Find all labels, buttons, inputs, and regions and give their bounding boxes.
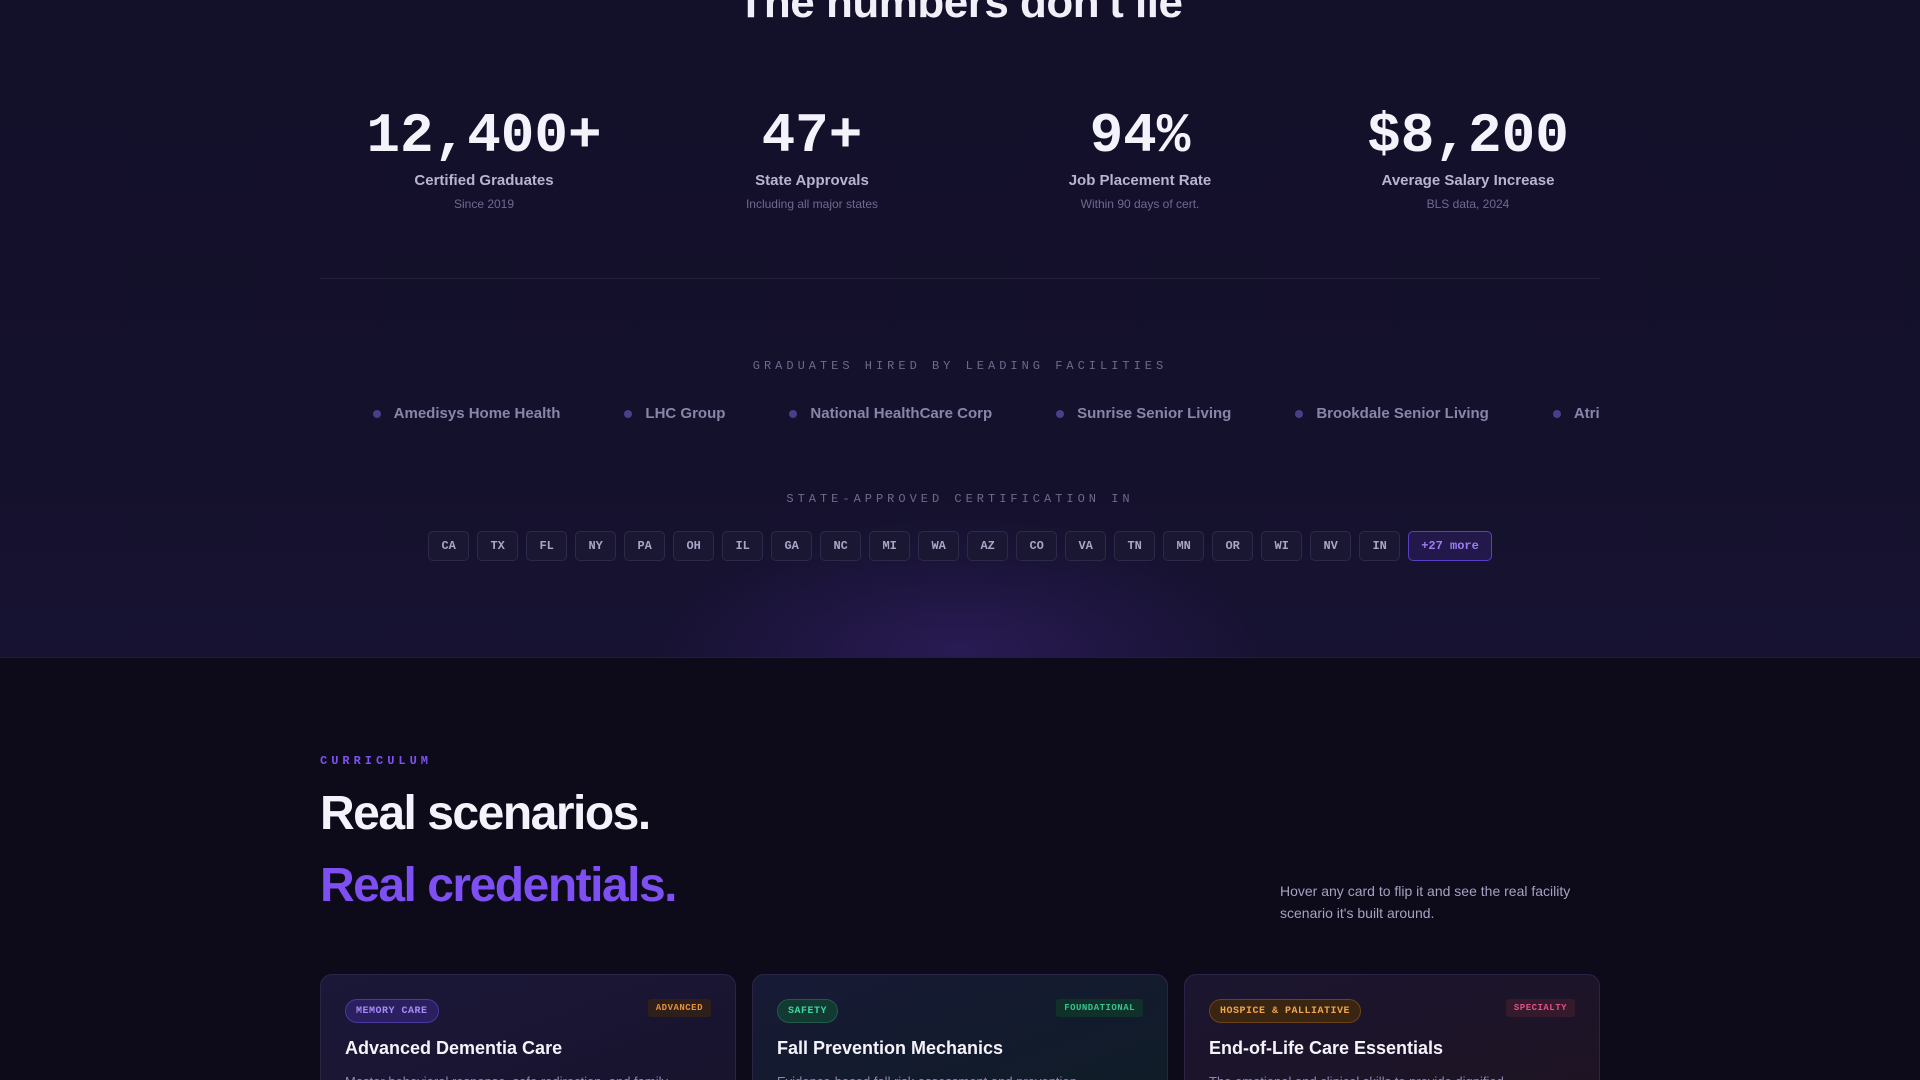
stat-sub: BLS data, 2024 — [1426, 197, 1510, 211]
card-description: Evidence-based fall risk assessment and … — [777, 1072, 1147, 1080]
stat-value: 94% — [1089, 104, 1191, 168]
state-chip: OR — [1212, 531, 1254, 561]
curriculum-headline-line2: Real credentials. — [320, 859, 678, 912]
level-badge: FOUNDATIONAL — [1056, 999, 1143, 1017]
more-states-button[interactable]: +27 more — [1408, 531, 1492, 561]
stat-value: 12,400+ — [366, 104, 602, 168]
level-badge: SPECIALTY — [1505, 999, 1575, 1017]
stat-certified-graduates: 12,400+ Certified Graduates Since 2019 — [320, 102, 648, 211]
curriculum-hint: Hover any card to flip it and see the re… — [1280, 883, 1571, 921]
state-chip: CO — [1016, 531, 1058, 561]
state-chip: PA — [624, 531, 666, 561]
card-description: The emotional and clinical skills to pro… — [1209, 1072, 1579, 1080]
state-chip: WA — [918, 531, 960, 561]
state-chip: NC — [820, 531, 862, 561]
stats-section: The numbers don't lie 12,400+ Certified … — [0, 0, 1920, 658]
facility-item: Atria S — [1552, 405, 1600, 422]
state-chip: IN — [1359, 531, 1401, 561]
state-chip: GA — [771, 531, 813, 561]
stats-heading: The numbers don't lie — [737, 0, 1183, 27]
state-chip: MI — [869, 531, 911, 561]
curriculum-eyebrow: CURRICULUM — [320, 754, 433, 768]
certification-caption: STATE-APPROVED CERTIFICATION IN — [786, 492, 1134, 506]
facility-item: Sunrise Senior Living — [1056, 405, 1231, 422]
stat-label: Job Placement Rate — [1068, 172, 1212, 189]
stat-value: $8,200 — [1367, 104, 1569, 168]
stats-row: 12,400+ Certified Graduates Since 2019 4… — [320, 102, 1632, 211]
state-chips: CA TX FL NY PA OH IL GA NC MI WA AZ CO V… — [0, 531, 1920, 561]
facilities-marquee: alth Amedisys Home Health LHC Group Nati… — [320, 405, 1600, 429]
card-title: End-of-Life Care Essentials — [1209, 1038, 1444, 1058]
card-title: Fall Prevention Mechanics — [777, 1038, 1004, 1058]
card-title: Advanced Dementia Care — [345, 1038, 563, 1058]
bullet-dot-icon — [1552, 409, 1561, 418]
level-badge: ADVANCED — [647, 999, 711, 1017]
facility-name: Sunrise Senior Living — [1077, 405, 1232, 422]
category-tag: SAFETY — [777, 999, 839, 1023]
stat-label: Average Salary Increase — [1381, 172, 1555, 189]
stat-job-placement: 94% Job Placement Rate Within 90 days of… — [976, 102, 1304, 211]
stat-sub: Including all major states — [745, 197, 879, 211]
stat-label: Certified Graduates — [414, 172, 554, 189]
facility-item: National HealthCare Corp — [789, 405, 992, 422]
facility-item: Amedisys Home Health — [372, 405, 561, 422]
state-chip: TX — [477, 531, 519, 561]
stat-sub: Since 2019 — [453, 197, 515, 211]
state-chip: WI — [1261, 531, 1303, 561]
stat-state-approvals: 47+ State Approvals Including all major … — [648, 102, 976, 211]
state-chip: NV — [1310, 531, 1352, 561]
facility-name: Brookdale Senior Living — [1316, 405, 1489, 422]
facility-name: National HealthCare Corp — [810, 405, 993, 422]
facility-item: LHC Group — [624, 405, 725, 422]
state-chip: TN — [1114, 531, 1156, 561]
bullet-dot-icon — [372, 409, 381, 418]
bullet-dot-icon — [1056, 409, 1065, 418]
course-card-end-of-life[interactable]: HOSPICE & PALLIATIVE SPECIALTY End-of-Li… — [1184, 974, 1600, 1080]
stats-divider — [320, 278, 1600, 279]
facility-name: LHC Group — [645, 405, 726, 422]
course-card-dementia[interactable]: MEMORY CARE ADVANCED Advanced Dementia C… — [320, 974, 736, 1080]
category-tag: HOSPICE & PALLIATIVE — [1209, 999, 1362, 1023]
curriculum-headline-line1: Real scenarios. — [320, 787, 651, 840]
state-chip: FL — [526, 531, 568, 561]
hired-caption: GRADUATES HIRED BY LEADING FACILITIES — [752, 359, 1168, 373]
stat-label: State Approvals — [755, 172, 869, 189]
stat-sub: Within 90 days of cert. — [1080, 197, 1200, 211]
card-description: Master behavioral response, safe redirec… — [345, 1072, 715, 1080]
category-tag: MEMORY CARE — [345, 999, 439, 1023]
facility-name: Amedisys Home Health — [393, 405, 561, 422]
stat-salary-increase: $8,200 Average Salary Increase BLS data,… — [1304, 102, 1632, 211]
stat-value: 47+ — [761, 104, 863, 168]
state-chip: NY — [575, 531, 617, 561]
state-chip: CA — [428, 531, 470, 561]
facilities-track: alth Amedisys Home Health LHC Group Nati… — [320, 405, 1600, 422]
bullet-dot-icon — [624, 409, 633, 418]
state-chip: VA — [1065, 531, 1107, 561]
state-chip: AZ — [967, 531, 1009, 561]
state-chip: OH — [673, 531, 715, 561]
state-chip: MN — [1163, 531, 1205, 561]
curriculum-section: CURRICULUM Real scenarios. Real credenti… — [0, 659, 1920, 1080]
facility-item: Brookdale Senior Living — [1295, 405, 1489, 422]
course-card-fall-prevention[interactable]: SAFETY FOUNDATIONAL Fall Prevention Mech… — [752, 974, 1168, 1080]
bullet-dot-icon — [789, 409, 798, 418]
facility-name: Atria S — [1573, 405, 1600, 422]
state-chip: IL — [722, 531, 764, 561]
bullet-dot-icon — [1295, 409, 1304, 418]
